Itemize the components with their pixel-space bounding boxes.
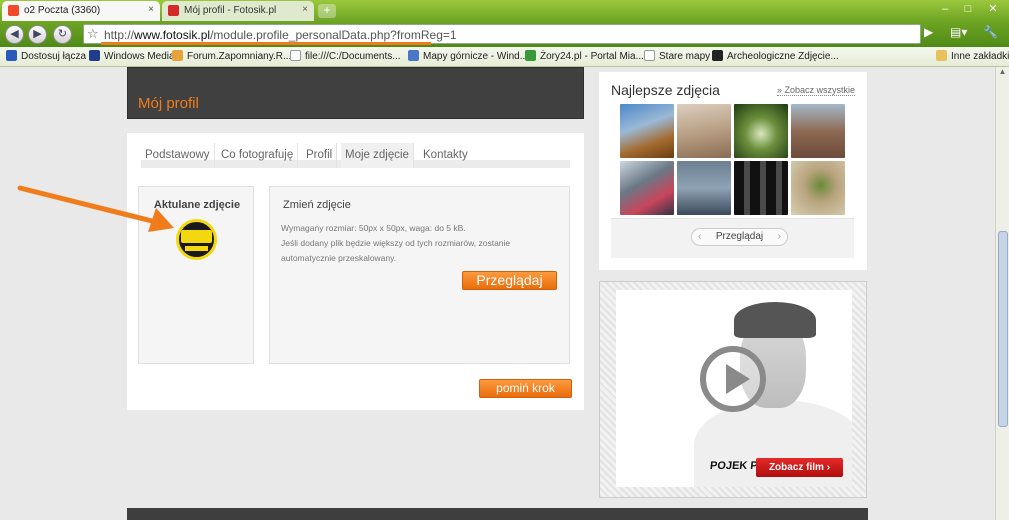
new-tab-button[interactable]: + bbox=[318, 4, 336, 18]
best-photos-panel: Najlepsze zdjęcia » Zobacz wszystkie Prz… bbox=[599, 72, 867, 270]
bookmark-item[interactable]: Mapy górnicze - Wind... bbox=[408, 50, 528, 62]
photo-thumbnail[interactable] bbox=[791, 104, 845, 158]
photo-thumbnail[interactable] bbox=[734, 104, 788, 158]
photo-thumbnail[interactable] bbox=[677, 161, 731, 215]
photo-thumbnail[interactable] bbox=[734, 161, 788, 215]
photo-requirements: Wymagany rozmiar: 50px x 50px, waga: do … bbox=[281, 223, 511, 263]
watch-film-button[interactable]: Zobacz film › bbox=[756, 458, 843, 477]
best-photos-title: Najlepsze zdjęcia bbox=[611, 82, 720, 98]
change-photo-title: Zmień zdjęcie bbox=[283, 199, 351, 211]
ad-person-hair bbox=[734, 302, 816, 338]
other-bookmarks[interactable]: Inne zakładki bbox=[936, 50, 1009, 62]
bookmark-item[interactable]: Żory24.pl - Portal Mia... bbox=[525, 50, 644, 62]
maximize-icon[interactable]: □ bbox=[959, 2, 977, 16]
page-icon bbox=[290, 50, 301, 61]
go-icon[interactable]: ▶ bbox=[924, 25, 941, 43]
minimize-icon[interactable]: – bbox=[936, 2, 954, 16]
tab-kontakty[interactable]: Kontakty bbox=[419, 143, 472, 168]
video-ad: POJEK P Zobacz film › bbox=[599, 281, 867, 498]
see-all-link[interactable]: » Zobacz wszystkie bbox=[776, 85, 855, 96]
bookmark-item[interactable]: file:///C:/Documents... bbox=[290, 50, 401, 62]
scroll-thumb[interactable] bbox=[998, 231, 1008, 427]
page-icon bbox=[644, 50, 655, 61]
gallery-browse-button[interactable]: Przeglądaj bbox=[691, 228, 788, 246]
page-footer bbox=[127, 508, 868, 520]
vertical-scrollbar[interactable]: ▲ bbox=[995, 67, 1009, 520]
folder-icon bbox=[936, 50, 947, 61]
bookmark-item[interactable]: Archeologiczne Zdjęcie... bbox=[712, 50, 839, 62]
tab-profil[interactable]: Profil bbox=[302, 143, 338, 168]
browse-file-button[interactable]: Przeglądaj bbox=[462, 271, 557, 290]
ad-logo: POJEK P bbox=[709, 460, 759, 472]
photo-thumbnail[interactable] bbox=[677, 104, 731, 158]
annotation-arrow-icon bbox=[17, 185, 174, 232]
bookmark-icon bbox=[408, 50, 419, 61]
bookmark-item[interactable]: Stare mapy bbox=[644, 50, 710, 62]
wrench-icon[interactable]: 🔧 bbox=[983, 25, 998, 39]
play-icon[interactable] bbox=[700, 346, 766, 412]
photo-thumbnail[interactable] bbox=[791, 161, 845, 215]
window-close-icon[interactable]: ✕ bbox=[984, 2, 1002, 16]
bookmark-icon bbox=[712, 50, 723, 61]
gallery-controls: Przeglądaj bbox=[611, 218, 854, 258]
scroll-up-icon[interactable]: ▲ bbox=[996, 67, 1009, 81]
skip-step-button[interactable]: pomiń krok bbox=[479, 379, 572, 398]
photo-thumbnail[interactable] bbox=[620, 104, 674, 158]
bookmark-icon bbox=[525, 50, 536, 61]
close-tab-icon[interactable]: × bbox=[302, 4, 308, 15]
photo-thumbnail[interactable] bbox=[620, 161, 674, 215]
tab-moje-zdjecie[interactable]: Moje zdjęcie bbox=[341, 143, 414, 168]
page-menu-icon[interactable]: ▤▾ bbox=[950, 25, 967, 39]
ad-image[interactable]: POJEK P Zobacz film › bbox=[616, 290, 852, 487]
change-photo-box: Zmień zdjęcie Wymagany rozmiar: 50px x 5… bbox=[269, 186, 570, 364]
